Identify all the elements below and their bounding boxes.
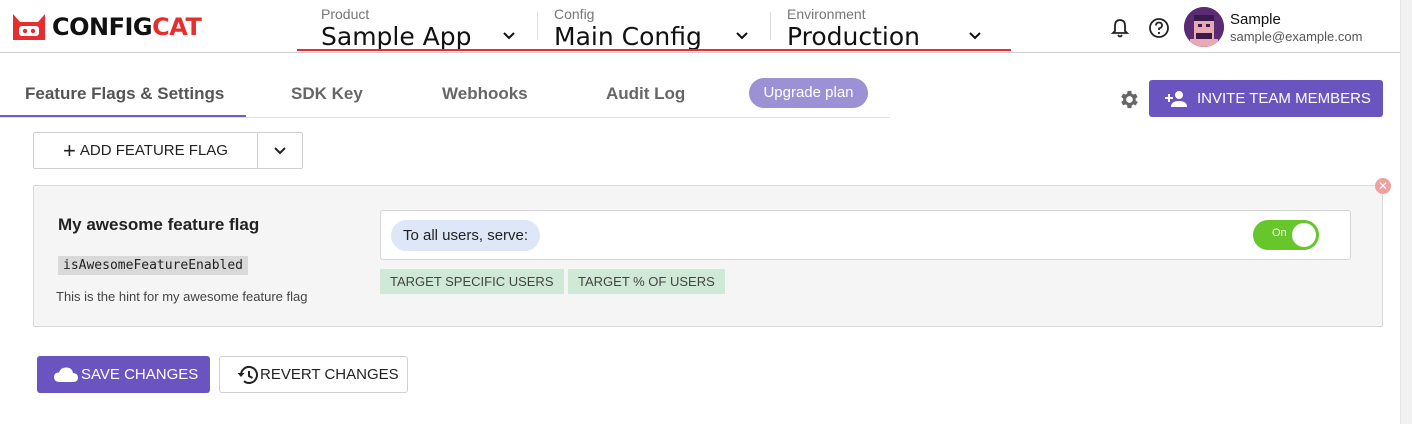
help-icon[interactable]	[1148, 17, 1170, 39]
tab-webhooks[interactable]: Webhooks	[442, 84, 528, 104]
history-icon	[237, 365, 258, 384]
user-name[interactable]: Sample	[1230, 11, 1281, 28]
bell-icon[interactable]	[1109, 17, 1131, 39]
environment-selector-value: Production	[787, 22, 921, 51]
cat-logo-icon	[13, 14, 45, 40]
toggle-label: On	[1272, 227, 1287, 239]
chevron-down-icon	[969, 32, 981, 40]
logo-text: CONFIGCAT	[52, 13, 202, 41]
config-selector-value: Main Config	[554, 22, 702, 51]
save-changes-button[interactable]: SAVE CHANGES	[37, 356, 210, 393]
invite-button-label: INVITE TEAM MEMBERS	[1197, 90, 1371, 107]
add-feature-flag-button[interactable]: + ADD FEATURE FLAG	[33, 132, 258, 169]
chevron-down-icon	[503, 32, 515, 40]
chevron-down-icon	[736, 32, 748, 40]
tab-sdk-key[interactable]: SDK Key	[291, 84, 363, 104]
selector-divider	[537, 12, 538, 40]
avatar-image	[1184, 7, 1224, 47]
flag-toggle[interactable]: On	[1253, 220, 1319, 250]
user-email[interactable]: sample@example.com	[1230, 29, 1362, 44]
serve-value-row: To all users, serve: On	[380, 210, 1351, 260]
tab-feature-flags[interactable]: Feature Flags & Settings	[25, 84, 224, 104]
revert-changes-button[interactable]: REVERT CHANGES	[219, 356, 408, 393]
flag-hint: This is the hint for my awesome feature …	[56, 289, 308, 304]
config-selector-label: Config	[554, 6, 595, 22]
gear-icon[interactable]	[1117, 88, 1140, 111]
save-changes-label: SAVE CHANGES	[81, 366, 199, 383]
configcat-logo[interactable]: CONFIGCAT	[10, 10, 202, 44]
config-selector[interactable]: Config Main Config	[554, 4, 754, 52]
tab-audit-log[interactable]: Audit Log	[606, 84, 685, 104]
upgrade-plan-button[interactable]: Upgrade plan	[749, 78, 868, 108]
serve-label: To all users, serve:	[391, 220, 541, 251]
revert-changes-label: REVERT CHANGES	[260, 366, 399, 383]
avatar[interactable]	[1184, 7, 1224, 47]
close-icon[interactable]: ✕	[1375, 178, 1391, 194]
flag-key[interactable]: isAwesomeFeatureEnabled	[58, 256, 249, 275]
environment-selector[interactable]: Environment Production	[787, 4, 987, 52]
toggle-knob	[1292, 223, 1316, 247]
selector-divider	[770, 12, 771, 40]
invite-team-members-button[interactable]: INVITE TEAM MEMBERS	[1149, 80, 1383, 117]
cloud-icon	[54, 367, 78, 382]
add-flag-dropdown-button[interactable]	[257, 132, 303, 169]
active-tab-indicator	[0, 115, 246, 117]
product-selector[interactable]: Product Sample App	[321, 4, 521, 52]
add-person-icon	[1165, 90, 1187, 107]
environment-indicator-line	[297, 49, 1011, 51]
product-selector-value: Sample App	[321, 22, 472, 51]
product-selector-label: Product	[321, 6, 370, 22]
top-bar: CONFIGCAT Product Sample App Config Main…	[0, 0, 1400, 53]
add-feature-flag-label: ADD FEATURE FLAG	[79, 142, 228, 159]
plus-icon: +	[63, 137, 76, 163]
tab-bar: Feature Flags & Settings SDK Key Webhook…	[0, 70, 890, 118]
target-percent-users-button[interactable]: TARGET % OF USERS	[568, 269, 725, 294]
environment-selector-label: Environment	[787, 6, 866, 22]
feature-flag-card: My awesome feature flag isAwesomeFeature…	[33, 185, 1383, 327]
chevron-down-icon	[274, 146, 286, 154]
flag-name: My awesome feature flag	[58, 215, 260, 234]
page-scrollbar[interactable]	[1400, 0, 1412, 424]
target-specific-users-button[interactable]: TARGET SPECIFIC USERS	[380, 269, 564, 294]
